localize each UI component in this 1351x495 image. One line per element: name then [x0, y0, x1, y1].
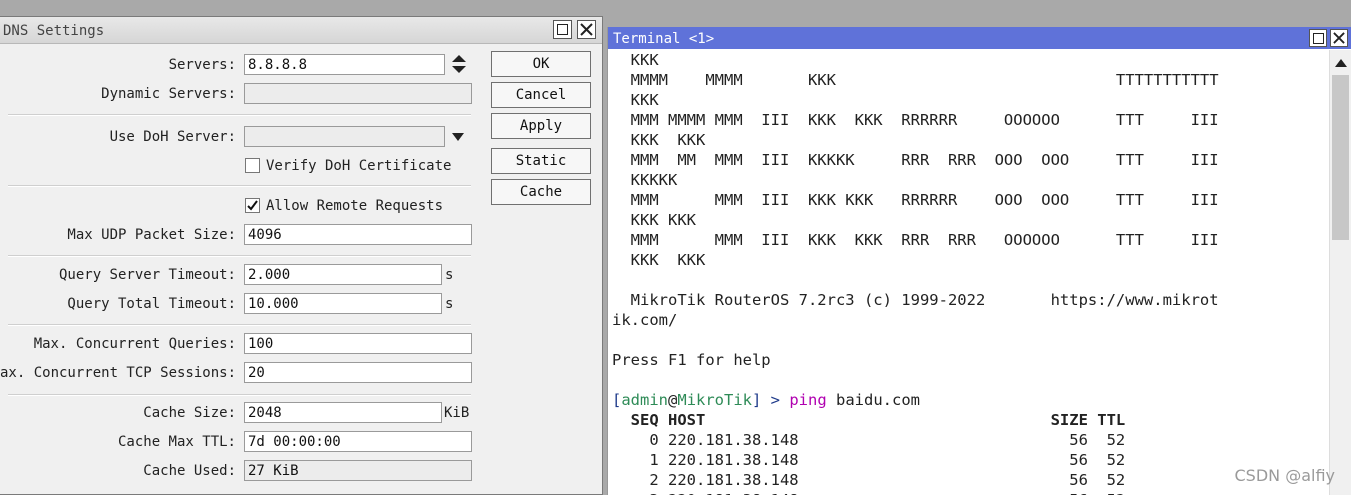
maximize-icon[interactable]: [553, 20, 572, 39]
terminal-line: ik.com/: [612, 311, 678, 329]
static-button[interactable]: Static: [491, 148, 591, 174]
dns-settings-window: DNS Settings Servers: 8.8.8.8 Dynamic Se…: [0, 16, 603, 495]
cache-size-label: Cache Size:: [143, 405, 236, 421]
use-doh-label: Use DoH Server:: [109, 129, 236, 145]
query-server-timeout-label: Query Server Timeout:: [58, 267, 236, 283]
updown-arrows-icon[interactable]: [451, 54, 467, 74]
dynamic-servers-label: Dynamic Servers:: [101, 86, 236, 102]
kib-unit: KiB: [444, 405, 470, 421]
terminal-window-title: Terminal <1>: [613, 31, 715, 47]
max-tcp-sessions-label: Max. Concurrent TCP Sessions:: [0, 365, 236, 381]
dynamic-servers-field: [244, 83, 472, 104]
allow-remote-checkbox[interactable]: [245, 198, 260, 213]
terminal-line: Press F1 for help: [612, 351, 771, 369]
query-total-timeout-label: Query Total Timeout:: [67, 296, 236, 312]
prompt-bracket: [: [612, 391, 622, 409]
max-udp-row: Max UDP Packet Size: 4096: [0, 224, 600, 246]
watermark: CSDN @alfiy: [1234, 466, 1336, 485]
separator: [8, 394, 471, 396]
terminal-line: KKK KKK: [612, 251, 706, 269]
verify-doh-checkbox[interactable]: [245, 158, 260, 173]
cache-used-label: Cache Used:: [143, 463, 236, 479]
use-doh-input[interactable]: [244, 126, 445, 147]
terminal-line: KKK: [612, 51, 659, 69]
query-server-timeout-input[interactable]: 2.000: [244, 264, 442, 285]
scroll-thumb[interactable]: [1332, 75, 1349, 240]
scroll-up-icon[interactable]: [1335, 59, 1347, 67]
close-icon[interactable]: [577, 20, 596, 39]
ping-row: 3 220.181.38.148 56 52: [612, 490, 1125, 495]
terminal-screen[interactable]: KKK MMMM MMMM KKK TTTTTTTTTTT KKK MMM MM…: [612, 50, 1330, 495]
query-server-timeout-row: Query Server Timeout: 2.000 s: [0, 264, 600, 286]
terminal-line: MMM MMM III KKK KKK RRRRRR OOO OOO TTT I…: [612, 191, 1219, 209]
servers-input[interactable]: 8.8.8.8: [244, 54, 445, 75]
allow-remote-label: Allow Remote Requests: [266, 198, 444, 214]
terminal-line: KKKKK: [612, 171, 678, 189]
terminal-line: KKK KKK: [612, 131, 706, 149]
max-udp-input[interactable]: 4096: [244, 224, 472, 245]
ping-row: 2 220.181.38.148 56 52: [612, 471, 1126, 489]
cache-used-row: Cache Used: 27 KiB: [0, 460, 600, 482]
terminal-line: MMM MMM III KKK KKK RRR RRR OOOOOO TTT I…: [612, 231, 1219, 249]
close-icon[interactable]: [1330, 29, 1348, 47]
terminal-line: KKK KKK: [612, 211, 696, 229]
apply-button[interactable]: Apply: [491, 113, 591, 139]
separator: [8, 255, 471, 257]
terminal-line: MikroTik RouterOS 7.2rc3 (c) 1999-2022 h…: [612, 291, 1219, 309]
prompt-host: MikroTik: [677, 391, 753, 409]
query-total-timeout-input[interactable]: 10.000: [244, 293, 442, 314]
dropdown-arrow-icon[interactable]: [452, 133, 464, 141]
cache-size-input[interactable]: 2048: [244, 402, 442, 423]
max-concurrent-queries-input[interactable]: 100: [244, 333, 472, 354]
cache-max-ttl-label: Cache Max TTL:: [117, 434, 236, 450]
seconds-unit: s: [445, 296, 454, 312]
terminal-line: MMM MM MMM III KKKKK RRR RRR OOO OOO TTT…: [612, 151, 1219, 169]
check-icon: [247, 200, 258, 211]
maximize-icon[interactable]: [1309, 29, 1327, 47]
prompt-bracket: ] >: [752, 391, 790, 409]
prompt-line: [admin@MikroTik] > ping baidu.com: [612, 390, 920, 410]
cache-size-row: Cache Size: 2048 KiB: [0, 402, 600, 424]
max-udp-label: Max UDP Packet Size:: [67, 227, 236, 243]
verify-doh-label: Verify DoH Certificate: [266, 158, 452, 174]
terminal-title-bar[interactable]: Terminal <1>: [608, 27, 1351, 49]
max-tcp-sessions-row: Max. Concurrent TCP Sessions: 20: [0, 362, 600, 384]
seconds-unit: s: [445, 267, 454, 283]
terminal-line: KKK: [612, 91, 659, 109]
prompt-command: ping: [789, 391, 827, 409]
ping-row: 0 220.181.38.148 56 52: [612, 431, 1126, 449]
ok-button[interactable]: OK: [491, 51, 591, 77]
prompt-user: admin: [621, 391, 669, 409]
dns-window-title: DNS Settings: [3, 23, 105, 39]
separator: [8, 324, 471, 326]
separator: [8, 114, 471, 116]
cache-max-ttl-input[interactable]: 7d 00:00:00: [244, 431, 472, 452]
prompt-at: @: [668, 391, 678, 409]
cache-max-ttl-row: Cache Max TTL: 7d 00:00:00: [0, 431, 600, 453]
cancel-button[interactable]: Cancel: [491, 82, 591, 108]
ping-row: 1 220.181.38.148 56 52: [612, 451, 1126, 469]
separator: [8, 185, 471, 187]
terminal-line: MMM MMMM MMM III KKK KKK RRRRRR OOOOOO T…: [612, 111, 1219, 129]
terminal-window: Terminal <1> KKK MMMM MMMM KKK TTTTTTTTT…: [607, 27, 1351, 495]
cache-button[interactable]: Cache: [491, 179, 591, 205]
max-tcp-sessions-input[interactable]: 20: [244, 362, 472, 383]
ping-header: SEQ HOST SIZE TTL: [612, 411, 1126, 429]
query-total-timeout-row: Query Total Timeout: 10.000 s: [0, 293, 600, 315]
terminal-line: MMMM MMMM KKK TTTTTTTTTTT: [612, 71, 1219, 89]
terminal-scrollbar[interactable]: [1329, 50, 1351, 495]
max-concurrent-queries-label: Max. Concurrent Queries:: [33, 336, 236, 352]
cache-used-field: 27 KiB: [244, 460, 472, 481]
servers-label: Servers:: [168, 57, 236, 73]
dns-title-bar[interactable]: DNS Settings: [0, 17, 602, 44]
prompt-args: baidu.com: [826, 391, 920, 409]
max-concurrent-queries-row: Max. Concurrent Queries: 100: [0, 333, 600, 355]
